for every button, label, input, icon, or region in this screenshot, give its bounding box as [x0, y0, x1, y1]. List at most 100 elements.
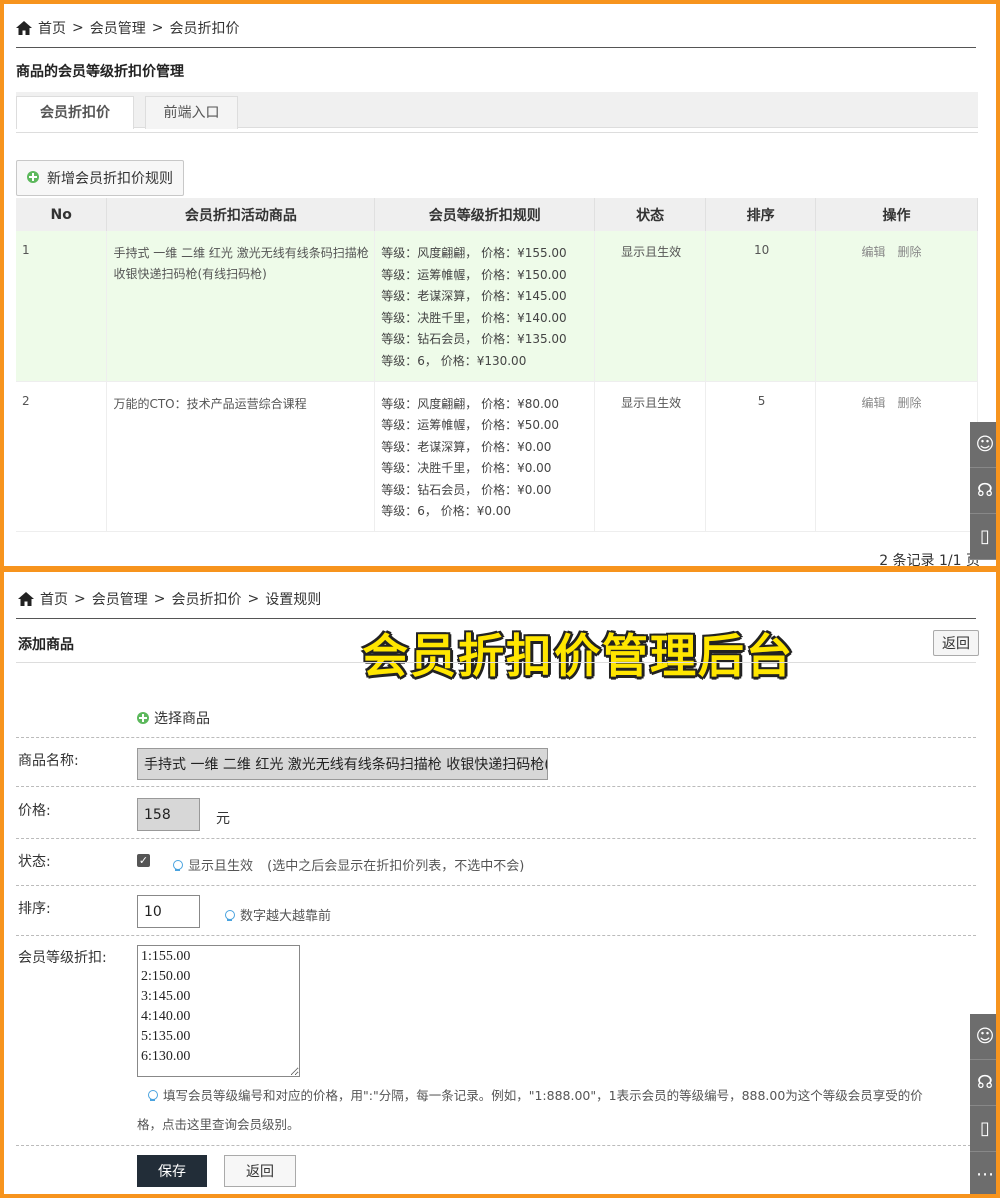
rule-line: 等级：钻石会员， 价格：¥0.00 — [381, 482, 552, 497]
breadcrumb-separator: > — [74, 591, 86, 607]
more-icon[interactable]: ⋯ — [970, 1152, 996, 1194]
back-button[interactable]: 返回 — [933, 630, 979, 656]
rule-line: 等级：决胜千里， 价格：¥0.00 — [381, 461, 552, 475]
discount-rules-textarea[interactable] — [137, 945, 300, 1077]
column-header-no: No — [16, 198, 108, 231]
pagination-info: 2 条记录 1/1 页 — [879, 553, 980, 569]
tab-frontend-entry[interactable]: 前端入口 — [145, 96, 238, 129]
column-header-goods: 会员折扣活动商品 — [106, 198, 376, 231]
plus-circle-icon — [137, 712, 149, 724]
breadcrumb-member-management[interactable]: 会员管理 — [92, 589, 148, 609]
column-header-sort: 排序 — [705, 198, 817, 231]
rule-line: 等级：6， 价格：¥0.00 — [381, 504, 512, 518]
breadcrumb-home[interactable]: 首页 — [38, 18, 66, 38]
status-label: 状态: — [18, 854, 51, 870]
discount-table: No 会员折扣活动商品 会员等级折扣规则 状态 排序 操作 1 手持式 一维 二… — [16, 198, 978, 532]
rule-line: 等级：决胜千里， 价格：¥140.00 — [381, 310, 567, 325]
discount-hint-line1: 填写会员等级编号和对应的价格，用":"分隔，每一条记录。例如，"1:888.00… — [145, 1085, 923, 1104]
save-button[interactable]: 保存 — [137, 1155, 207, 1187]
divider — [16, 737, 976, 738]
status-hint-row: 显示且生效 (选中之后会显示在折扣价列表，不选中不会) — [170, 855, 524, 874]
divider — [16, 618, 976, 619]
status-text: 显示且生效 — [188, 859, 254, 874]
delete-link[interactable]: 删除 — [898, 396, 922, 410]
row-status: 显示且生效 — [594, 231, 707, 382]
tab-bar: 会员折扣价 前端入口 — [16, 92, 978, 129]
discount-hint-text: 填写会员等级编号和对应的价格，用":"分隔，每一条记录。例如，"1:888.00… — [163, 1088, 923, 1103]
price-unit: 元 — [216, 811, 230, 827]
price-field[interactable]: 158 — [137, 798, 200, 831]
home-icon[interactable] — [16, 21, 32, 35]
edit-link[interactable]: 编辑 — [862, 245, 886, 259]
set-rule-panel: 首页 > 会员管理 > 会员折扣价 > 设置规则 添加商品 返回 会员折扣价管理… — [0, 568, 1000, 1198]
tab-member-discount[interactable]: 会员折扣价 — [16, 96, 134, 129]
rule-line: 等级：风度翩翩， 价格：¥80.00 — [381, 396, 560, 411]
row-goods-name[interactable]: 手持式 一维 二维 红光 激光无线有线条码扫描枪 收银快递扫码枪(有线扫码枪) — [106, 231, 376, 382]
add-button-label: 新增会员折扣价规则 — [47, 170, 173, 186]
page-title: 添加商品 — [18, 637, 74, 653]
rule-line: 等级：运筹帷幄， 价格：¥150.00 — [381, 267, 567, 282]
row-status: 显示且生效 — [594, 381, 707, 532]
row-rules: 等级：风度翩翩， 价格：¥155.00 等级：运筹帷幄， 价格：¥150.00 … — [374, 231, 596, 382]
breadcrumb-member-discount[interactable]: 会员折扣价 — [171, 589, 241, 609]
edit-link[interactable]: 编辑 — [862, 396, 886, 410]
breadcrumb-home[interactable]: 首页 — [40, 589, 68, 609]
breadcrumb-member-discount[interactable]: 会员折扣价 — [169, 18, 239, 38]
divider — [16, 786, 976, 787]
add-discount-rule-button[interactable]: 新增会员折扣价规则 — [16, 160, 184, 196]
rule-line: 等级：钻石会员， 价格：¥135.00 — [381, 332, 567, 346]
discount-hint-line2[interactable]: 格，点击这里查询会员级别。 — [137, 1114, 300, 1133]
divider — [16, 838, 976, 839]
chat-icon[interactable]: ☺ — [970, 422, 996, 468]
headset-icon[interactable]: ☊ — [970, 468, 996, 514]
floating-sidebar: ☺ ☊ ▯ ⋯ — [970, 1014, 996, 1194]
column-header-status: 状态 — [594, 198, 707, 231]
status-checkbox[interactable]: ✓ — [137, 854, 150, 867]
select-goods-label: 选择商品 — [154, 711, 210, 727]
breadcrumb: 首页 > 会员管理 > 会员折扣价 > 设置规则 — [18, 589, 321, 609]
status-hint: (选中之后会显示在折扣价列表，不选中不会) — [267, 859, 525, 874]
divider — [16, 662, 976, 663]
sort-hint: 数字越大越靠前 — [240, 909, 332, 924]
breadcrumb-set-rule: 设置规则 — [265, 592, 322, 608]
rule-line: 等级：6， 价格：¥130.00 — [381, 353, 527, 368]
breadcrumb-separator: > — [153, 591, 166, 607]
sort-field[interactable]: 10 — [137, 895, 200, 928]
delete-link[interactable]: 删除 — [898, 245, 922, 259]
row-goods-name[interactable]: 万能的CTO：技术产品运营综合课程 — [106, 381, 376, 532]
rule-line: 等级：老谋深算， 价格：¥145.00 — [381, 289, 567, 303]
column-header-actions: 操作 — [815, 198, 978, 231]
lightbulb-icon — [145, 1088, 159, 1102]
divider — [16, 885, 976, 886]
discount-list-panel: 首页 > 会员管理 > 会员折扣价 商品的会员等级折扣价管理 会员折扣价 前端入… — [0, 0, 1000, 570]
phone-icon[interactable]: ▯ — [970, 1106, 996, 1152]
phone-icon[interactable]: ▯ — [970, 514, 996, 560]
column-header-rules: 会员等级折扣规则 — [374, 198, 596, 231]
price-label: 价格: — [18, 803, 51, 819]
breadcrumb: 首页 > 会员管理 > 会员折扣价 — [16, 18, 239, 38]
row-sort: 5 — [705, 381, 817, 532]
headset-icon[interactable]: ☊ — [970, 1060, 996, 1106]
breadcrumb-separator: > — [72, 20, 84, 36]
lightbulb-icon — [222, 908, 236, 922]
sort-label: 排序: — [18, 901, 51, 917]
divider — [16, 935, 976, 936]
lightbulb-icon — [170, 858, 184, 872]
chat-icon[interactable]: ☺ — [970, 1014, 996, 1060]
return-button[interactable]: 返回 — [224, 1155, 296, 1187]
row-sort: 10 — [705, 231, 817, 382]
discount-label: 会员等级折扣: — [18, 950, 107, 966]
breadcrumb-member-management[interactable]: 会员管理 — [90, 18, 146, 38]
row-number: 1 — [16, 231, 108, 382]
divider — [16, 1145, 976, 1146]
goods-name-field[interactable]: 手持式 一维 二维 红光 激光无线有线条码扫描枪 收银快递扫码枪(有线扫码枪) — [137, 748, 548, 780]
goods-name-label: 商品名称: — [18, 753, 79, 769]
table-header-row: No 会员折扣活动商品 会员等级折扣规则 状态 排序 操作 — [16, 198, 978, 231]
plus-circle-icon — [27, 171, 39, 183]
select-goods-link[interactable]: 选择商品 — [137, 708, 210, 728]
rule-line: 等级：运筹帷幄， 价格：¥50.00 — [381, 418, 560, 432]
table-row: 2 万能的CTO：技术产品运营综合课程 等级：风度翩翩， 价格：¥80.00 等… — [16, 381, 978, 532]
row-number: 2 — [16, 381, 108, 532]
home-icon[interactable] — [18, 592, 34, 606]
row-actions: 编辑 删除 — [815, 231, 978, 382]
